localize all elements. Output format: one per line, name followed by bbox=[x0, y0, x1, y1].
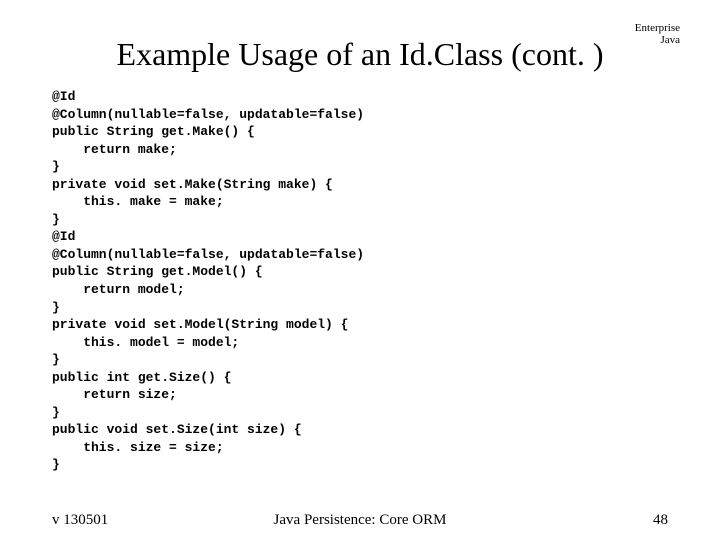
footer-page-number: 48 bbox=[653, 512, 668, 529]
slide-title: Example Usage of an Id.Class (cont. ) bbox=[0, 36, 720, 73]
code-block: @Id @Column(nullable=false, updatable=fa… bbox=[52, 88, 668, 474]
corner-line1: Enterprise bbox=[635, 22, 680, 34]
footer-title: Java Persistence: Core ORM bbox=[52, 512, 668, 529]
slide: Enterprise Java Example Usage of an Id.C… bbox=[0, 0, 720, 540]
